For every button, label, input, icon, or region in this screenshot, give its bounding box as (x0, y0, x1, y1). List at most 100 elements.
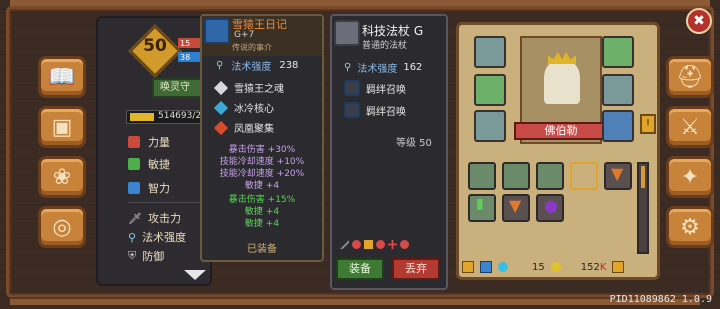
currency-bar: 15 152K (462, 258, 654, 276)
helmet-menu-button[interactable]: ⛑ (666, 56, 714, 98)
equip-button[interactable]: 装备 (336, 258, 384, 280)
helmet-icon: ⛑ (676, 64, 704, 90)
book-icon: 📖 (48, 64, 76, 90)
chest-menu-button[interactable]: ▣ (38, 106, 86, 148)
shield-icon: ⛨ (128, 249, 137, 262)
item-grade: G+7 (234, 30, 255, 40)
inventory-slot[interactable] (536, 162, 564, 190)
close-button[interactable]: ✖ (686, 8, 712, 34)
item-stat-row: ⚲ 法术强度 162 (344, 60, 422, 75)
skill-label: 羁绊召唤 (366, 106, 406, 118)
item-description: 传说的事介 (232, 43, 272, 52)
diamond-icon (498, 262, 508, 272)
item-stat-row: ⚲ 法术强度 238 (216, 58, 298, 73)
gold-coin-icon (550, 262, 561, 272)
gem-label: 雪猿王之魂 (234, 84, 284, 95)
summon-icon (344, 80, 360, 96)
diary-book-icon (204, 18, 230, 44)
heart-upgrade-icon (352, 240, 361, 249)
stat-defense: ⛨ 防御 (128, 248, 164, 264)
pets-menu-button[interactable]: ❀ (38, 156, 86, 198)
stat-label: 防御 (142, 250, 165, 263)
level-value: 50 (143, 36, 167, 56)
carrot-icon: ▼ (611, 164, 624, 183)
inventory-slot[interactable] (502, 162, 530, 190)
strength-icon (128, 136, 140, 148)
stat-strength: 力量 (128, 134, 170, 150)
heart-upgrade-icon (376, 240, 385, 249)
shop-icon[interactable] (612, 261, 625, 273)
character-name: 佛伯勒 (514, 122, 608, 140)
item-level: 等级 50 (396, 138, 432, 149)
sword-upgrade-icon (340, 240, 349, 249)
stat-label: 力量 (148, 136, 170, 149)
gem-label: 冰冷核心 (234, 104, 274, 115)
inventory-slot-selected[interactable] (570, 162, 598, 190)
chest-icon: ▣ (51, 114, 73, 140)
inventory-slot[interactable] (468, 162, 496, 190)
inventory-icon[interactable] (480, 261, 492, 273)
equip-slot-armor[interactable] (474, 110, 506, 142)
bonus-line-green: 敏捷 +4 (244, 219, 280, 229)
skill-label: 羁绊召唤 (366, 84, 406, 96)
stat-intelligence: 智力 (128, 180, 170, 196)
potion-icon: ▮ (476, 196, 484, 212)
tech-staff-icon (334, 20, 360, 46)
build-id: PID11089862 1.0.9 (609, 294, 712, 305)
inventory-scrollbar[interactable] (637, 162, 649, 254)
stat-label: 敏捷 (148, 158, 170, 171)
summon-icon (344, 102, 360, 118)
steering-menu-button[interactable]: ◎ (38, 206, 86, 248)
gold-value: 152 (580, 261, 600, 273)
alert-badge[interactable]: ! (640, 114, 656, 134)
inventory-slot[interactable]: ▼ (502, 194, 530, 222)
stat-label: 智力 (148, 182, 170, 195)
eggplant-icon: ● (544, 196, 558, 215)
gold-suffix: K (599, 261, 607, 273)
carrot-icon: ▼ (509, 196, 522, 215)
gem-white-icon (213, 80, 229, 95)
stat-agility: 敏捷 (128, 156, 170, 172)
character-sprite (544, 60, 580, 104)
item-name: 科技法杖 G (362, 22, 423, 39)
drop-button[interactable]: 丢弃 (392, 258, 440, 280)
inventory-slot[interactable]: ▼ (604, 162, 632, 190)
sparkle-icon: ✦ (680, 164, 700, 190)
sort-icon[interactable] (462, 261, 474, 273)
item-grade: G (413, 24, 424, 38)
equip-slot-offhand[interactable] (602, 110, 634, 142)
rune-upgrade-icon (364, 240, 373, 249)
equip-slot-ring[interactable] (474, 74, 506, 106)
skills-menu-button[interactable]: ✦ (666, 156, 714, 198)
equip-slot-helmet[interactable] (474, 36, 506, 68)
equipped-status: 已装备 (247, 244, 277, 255)
stat-label: 法术强度 (231, 62, 272, 73)
close-icon: ✖ (693, 13, 705, 29)
wand-icon: ⚲ (216, 60, 224, 71)
equip-slot-chest[interactable] (602, 74, 634, 106)
gem-blue-icon (213, 100, 229, 115)
wand-icon: ⚲ (344, 62, 352, 73)
gem-slot: 雪猿王之魂 (213, 80, 284, 95)
book-menu-button[interactable]: 📖 (38, 56, 86, 98)
crossed-swords-menu-button[interactable]: ⚔ (666, 106, 714, 148)
crossed-swords-icon: ⚔ (680, 114, 700, 140)
skill-row: 羁绊召唤 (344, 102, 406, 118)
stat-label: 攻击力 (147, 212, 181, 225)
settings-menu-button[interactable]: ⚙ (666, 206, 714, 248)
bonus-line: 敏捷 +4 (244, 181, 280, 191)
equip-slot-amulet[interactable] (602, 36, 634, 68)
item-name-text: 科技法杖 (362, 24, 411, 38)
heart-upgrade-icon (400, 240, 409, 249)
agility-icon (128, 158, 140, 170)
cross-upgrade-icon (388, 240, 397, 249)
inventory-slot[interactable]: ● (536, 194, 564, 222)
skill-row: 羁绊召唤 (344, 80, 406, 96)
divider (128, 202, 206, 203)
gem-slot: 冰冷核心 (213, 100, 274, 115)
stat-label: 法术强度 (357, 64, 398, 75)
gem-red-icon (213, 120, 229, 135)
hp-value: 15 (180, 39, 191, 48)
upgrade-slots (340, 240, 409, 249)
inventory-slot[interactable]: ▮ (468, 194, 496, 222)
